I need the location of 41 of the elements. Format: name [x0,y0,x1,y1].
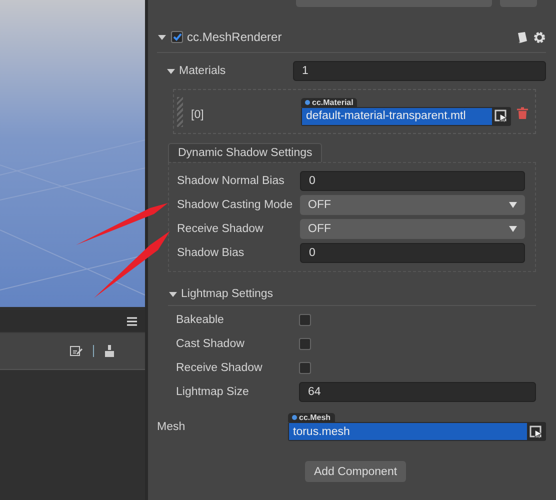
expand-triangle-icon[interactable] [157,32,167,42]
property-label: Shadow Normal Bias [177,175,286,187]
property-label: Materials [179,65,227,77]
picker-icon[interactable] [494,109,508,123]
section-title: Lightmap Settings [181,288,274,300]
component-title: cc.MeshRenderer [187,30,283,44]
property-label: Receive Shadow [176,362,264,374]
type-tag: cc.Material [301,98,358,106]
caret-icon [509,226,517,232]
property-label: Receive Shadow [177,223,264,235]
checkbox[interactable] [171,31,183,43]
caret-icon [509,202,517,208]
number-field[interactable]: 0 [300,243,525,263]
settings-icon[interactable] [533,30,546,44]
checkbox[interactable] [299,314,311,326]
number-field[interactable]: 1 [293,61,546,81]
checkbox[interactable] [299,338,311,350]
number-field[interactable]: 64 [299,382,536,402]
property-label: Lightmap Size [176,386,250,398]
dropdown[interactable]: OFF [300,195,525,215]
menu-icon[interactable] [127,316,137,326]
brush-icon[interactable] [104,345,115,357]
property-label: Bakeable [176,314,225,326]
add-component-button[interactable]: Add Component [304,461,406,482]
picker-icon[interactable] [529,424,543,438]
number-field[interactable]: 0 [300,171,525,191]
property-label: Cast Shadow [176,338,246,350]
property-label: Shadow Bias [177,247,246,259]
index-label: [0] [190,108,205,120]
property-label: Mesh [157,421,186,433]
asset-field[interactable]: default-material-transparent.mtl [302,108,492,124]
expand-triangle-icon[interactable] [168,289,178,299]
asset-field[interactable]: torus.mesh [289,423,527,440]
expand-triangle-icon[interactable] [166,66,176,76]
checkbox[interactable] [299,362,311,374]
type-tag: cc.Mesh [288,413,335,422]
dropdown[interactable]: OFF [300,219,525,239]
edit-icon[interactable] [70,346,83,356]
drag-handle[interactable] [177,96,183,126]
property-label: Shadow Casting Mode [177,199,294,211]
group-tab[interactable]: Dynamic Shadow Settings [168,143,322,162]
